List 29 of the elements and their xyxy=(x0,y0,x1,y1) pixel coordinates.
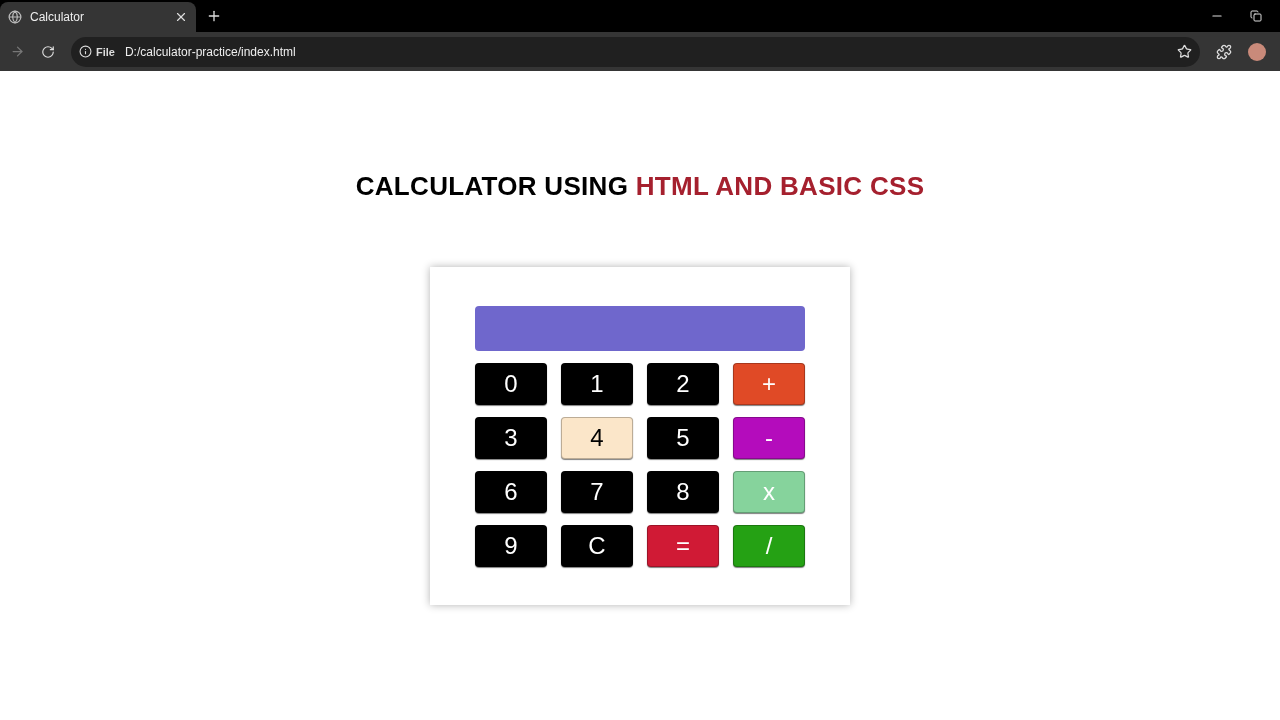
forward-button[interactable] xyxy=(10,44,25,59)
calculator-key[interactable]: + xyxy=(733,363,805,405)
calculator-key[interactable]: - xyxy=(733,417,805,459)
calculator-key[interactable]: 8 xyxy=(647,471,719,513)
tab-title: Calculator xyxy=(30,10,86,24)
profile-avatar[interactable] xyxy=(1248,42,1266,61)
calculator-key[interactable]: 3 xyxy=(475,417,547,459)
calculator-key[interactable]: C xyxy=(561,525,633,567)
new-tab-button[interactable] xyxy=(206,8,222,24)
calculator-key[interactable]: 6 xyxy=(475,471,547,513)
address-bar[interactable]: File D:/calculator-practice/index.html xyxy=(71,36,1200,67)
reload-button[interactable] xyxy=(41,44,55,59)
calculator-key[interactable]: 7 xyxy=(561,471,633,513)
calculator-key[interactable]: 5 xyxy=(647,417,719,459)
url-text: D:/calculator-practice/index.html xyxy=(124,44,297,59)
calculator-key[interactable]: = xyxy=(647,525,719,567)
calculator-key[interactable]: 0 xyxy=(475,363,547,405)
site-info-badge[interactable]: File xyxy=(79,45,115,58)
extensions-icon[interactable] xyxy=(1216,43,1232,60)
restore-icon[interactable] xyxy=(1250,10,1262,22)
page-heading: CALCULATOR USING HTML AND BASIC CSS xyxy=(355,171,925,202)
browser-tab[interactable]: Calculator xyxy=(0,2,196,32)
close-tab-button[interactable] xyxy=(174,10,188,24)
calculator-key[interactable]: 9 xyxy=(475,525,547,567)
globe-icon xyxy=(8,10,22,24)
bookmark-star-icon[interactable] xyxy=(1177,44,1192,59)
calculator-key[interactable]: 4 xyxy=(561,417,633,459)
calculator-key[interactable]: 2 xyxy=(647,363,719,405)
calculator-key[interactable]: 1 xyxy=(561,363,633,405)
